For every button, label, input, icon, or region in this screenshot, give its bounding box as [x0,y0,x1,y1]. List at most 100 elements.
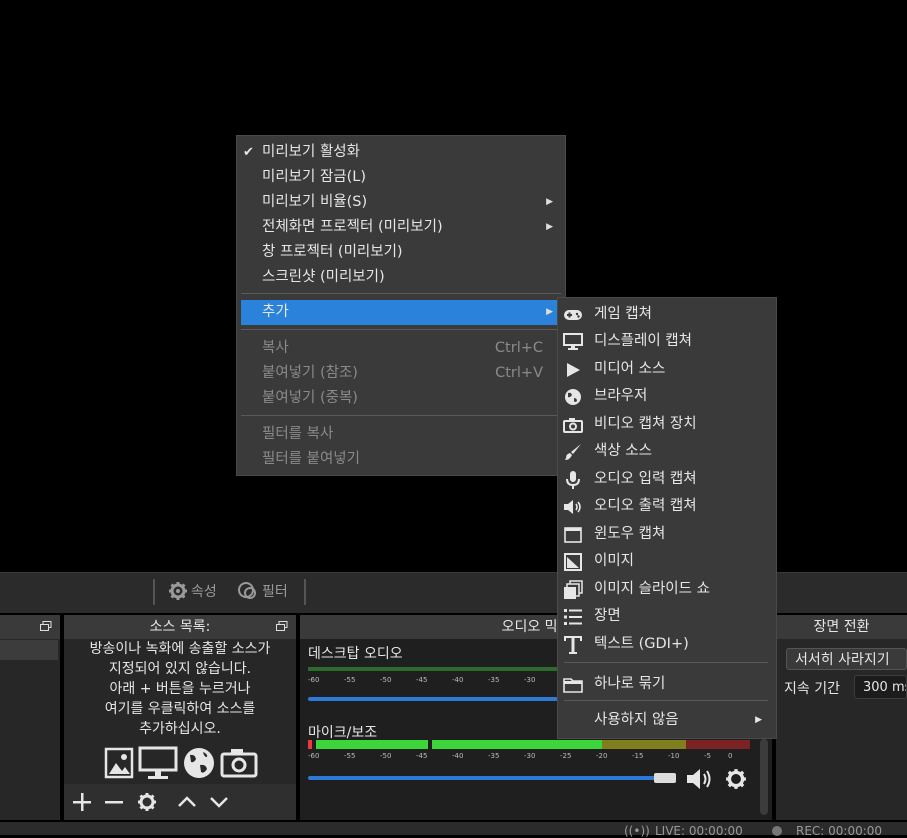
mixer-scrollbar[interactable] [760,739,768,815]
submenu-item-label: 미디어 소스 [594,361,666,377]
gear-icon [169,582,187,600]
track-name: 데스크탑 오디오 [308,646,403,662]
submenu-item-label: 오디오 출력 캡쳐 [594,498,697,514]
menu-item-windowed-projector[interactable]: 창 프로젝터 (미리보기) [237,240,565,265]
source-properties-button[interactable] [135,790,159,814]
move-down-button[interactable] [207,790,231,814]
monitor-icon [138,746,178,779]
volume-slider[interactable] [308,776,674,780]
submenu-item-color-source[interactable]: 색상 소스 [558,438,776,465]
menu-item-copy-filters[interactable]: 필터를 복사 [237,422,565,447]
checkmark-icon: ✔ [243,145,254,160]
window-icon [563,525,583,545]
gear-icon[interactable] [725,768,747,790]
submenu-item-label: 브라우저 [594,388,648,404]
scale-tick: -25 [560,752,572,760]
chevron-down-icon [210,797,228,808]
submenu-item-video-capture-device[interactable]: 비디오 캡쳐 장치 [558,411,776,438]
speaker-icon[interactable] [685,767,715,791]
gamepad-icon [563,305,583,325]
scene-list-item[interactable] [0,640,58,660]
monitor-icon [563,332,583,352]
scale-tick: -45 [416,752,428,760]
submenu-item-label: 색상 소스 [594,443,652,459]
menu-item-paste-filters[interactable]: 필터를 붙여넣기 [237,447,565,472]
scale-tick: -35 [488,676,500,684]
submenu-item-deprecated[interactable]: 사용하지 않음 ▶ [558,707,776,734]
submenu-item-image[interactable]: 이미지 [558,548,776,575]
submenu-item-group[interactable]: 하나로 묶기 [558,671,776,698]
submenu-item-audio-output[interactable]: 오디오 출력 캡쳐 [558,493,776,520]
volume-slider-handle[interactable] [654,773,676,783]
submenu-item-image-slideshow[interactable]: 이미지 슬라이드 쇼 [558,576,776,603]
menu-item-paste-duplicate[interactable]: 붙여넣기 (중복) [237,386,565,411]
menu-item-label: 추가 [262,304,289,320]
properties-button[interactable]: 속성 [168,581,217,601]
gear-icon [138,793,156,811]
submenu-item-label: 윈도우 캡쳐 [594,526,666,542]
duration-input[interactable]: 300 ms [854,675,907,699]
submenu-item-media-source[interactable]: 미디어 소스 [558,356,776,383]
filters-button[interactable]: 필터 [237,581,288,601]
submenu-item-text-gdi[interactable]: 텍스트 (GDI+) [558,631,776,658]
scale-tick: -30 [524,752,536,760]
volume-slider[interactable] [308,697,558,701]
menu-item-lock-preview[interactable]: 미리보기 잠금(L) [237,165,565,190]
camera-icon [220,749,258,778]
scale-tick: -60 [308,676,320,684]
submenu-item-label: 오디오 입력 캡쳐 [594,471,697,487]
menu-item-fullscreen-projector[interactable]: 전체화면 프로젝터 (미리보기) ▶ [237,215,565,240]
scale-tick: -45 [416,676,428,684]
empty-line: 아래 + 버튼을 누르거나 [109,681,251,697]
submenu-arrow-icon: ▶ [755,715,762,725]
meter-scale: -60 -55 -50 -45 -40 -35 -30 [308,676,560,684]
submenu-item-label: 텍스트 (GDI+) [594,636,689,652]
submenu-item-label: 비디오 캡쳐 장치 [594,416,697,432]
preview-context-menu: ✔ 미리보기 활성화 미리보기 잠금(L) 미리보기 비율(S) ▶ 전체화면 … [236,135,566,476]
menu-separator [241,329,561,330]
scale-tick: -20 [596,752,608,760]
transition-select[interactable]: 서서히 사라지기 [786,648,907,670]
menu-item-label: 미리보기 비율(S) [262,194,368,210]
globe-icon [563,387,583,407]
play-icon [563,360,583,380]
submenu-item-window-capture[interactable]: 윈도우 캡쳐 [558,521,776,548]
menu-item-label: 창 프로젝터 (미리보기) [262,244,403,260]
menu-item-add[interactable]: 추가 ▶ [241,300,561,325]
empty-line: 방송이나 녹화에 송출할 소스가 [89,641,271,657]
submenu-item-label: 하나로 묶기 [594,676,666,692]
menu-item-screenshot[interactable]: 스크린샷 (미리보기) [237,265,565,290]
menu-item-enable-preview[interactable]: ✔ 미리보기 활성화 [237,140,565,165]
submenu-item-label: 이미지 [594,553,635,569]
submenu-arrow-icon: ▶ [546,222,553,232]
submenu-item-audio-input[interactable]: 오디오 입력 캡쳐 [558,466,776,493]
menu-item-label: 스크린샷 (미리보기) [262,269,385,285]
undock-icon[interactable] [276,621,288,631]
list-icon [563,607,583,627]
move-up-button[interactable] [175,790,199,814]
submenu-item-display-capture[interactable]: 디스플레이 캡쳐 [558,328,776,355]
menu-item-copy[interactable]: 복사 Ctrl+C [237,336,565,361]
scale-tick: 0 [728,752,733,760]
brush-icon [563,442,583,462]
filters-label: 필터 [262,584,288,600]
undock-icon[interactable] [40,621,52,631]
submenu-item-label: 장면 [594,608,621,624]
camera-icon [563,415,583,435]
transitions-dock: 장면 전환 서서히 사라지기 지속 기간 300 ms [776,615,907,820]
menu-separator [564,700,768,701]
submenu-item-browser[interactable]: 브라우저 [558,383,776,410]
submenu-item-game-capture[interactable]: 게임 캡쳐 [558,301,776,328]
track-name: 마이크/보조 [308,725,378,741]
sources-empty-message[interactable]: 방송이나 녹화에 송출할 소스가 지정되어 있지 않습니다. 아래 + 버튼을 … [64,639,296,739]
remove-source-button[interactable] [102,790,126,814]
scale-tick: -35 [488,752,500,760]
menu-item-label: 필터를 붙여넣기 [262,451,360,467]
meter-scale: -60 -55 -50 -45 -40 -35 -30 -25 -20 -15 … [308,752,738,760]
chevron-up-icon [178,796,196,807]
menu-item-paste-reference[interactable]: 붙여넣기 (참조) Ctrl+V [237,361,565,386]
add-source-button[interactable] [70,790,94,814]
submenu-item-scene[interactable]: 장면 [558,603,776,630]
menu-item-preview-scaling[interactable]: 미리보기 비율(S) ▶ [237,190,565,215]
menu-item-label: 미리보기 잠금(L) [262,169,367,185]
